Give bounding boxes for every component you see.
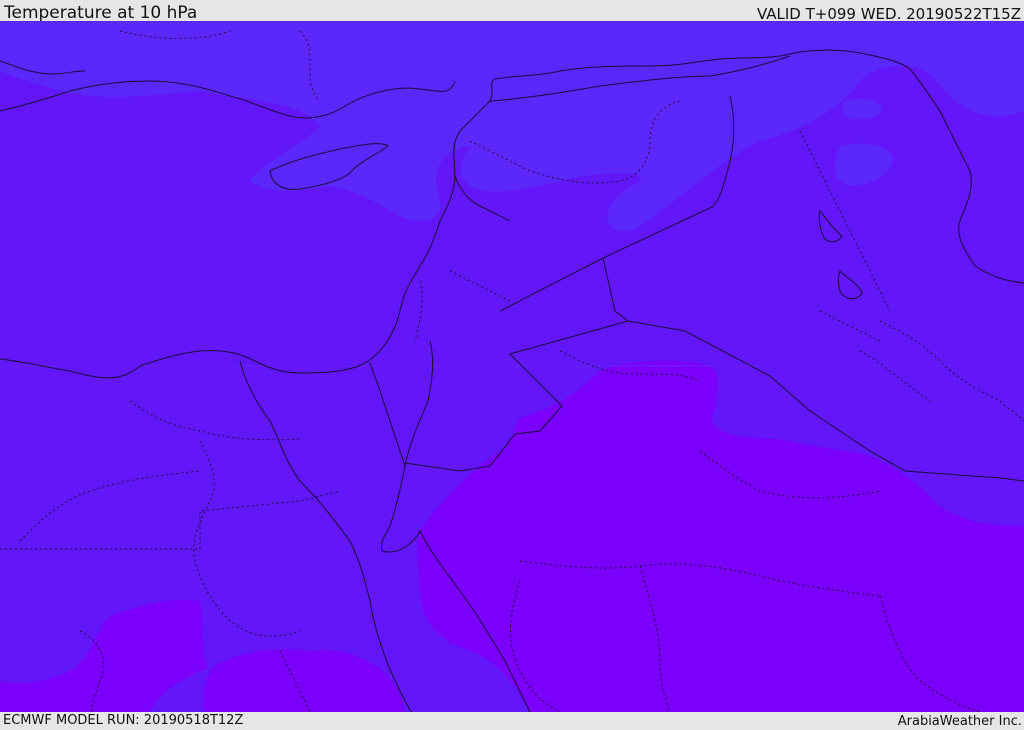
model-run-label: ECMWF MODEL RUN: 20190518T12Z (3, 713, 244, 728)
map-canvas (0, 21, 1024, 712)
footer-bar: ECMWF MODEL RUN: 20190518T12Z ArabiaWeat… (0, 712, 1024, 729)
temperature-map[interactable] (0, 21, 1024, 712)
credit-label: ArabiaWeather Inc. (897, 714, 1022, 729)
header-bar: Temperature at 10 hPa VALID T+099 WED. 2… (0, 0, 1024, 23)
map-title: Temperature at 10 hPa (4, 3, 198, 23)
